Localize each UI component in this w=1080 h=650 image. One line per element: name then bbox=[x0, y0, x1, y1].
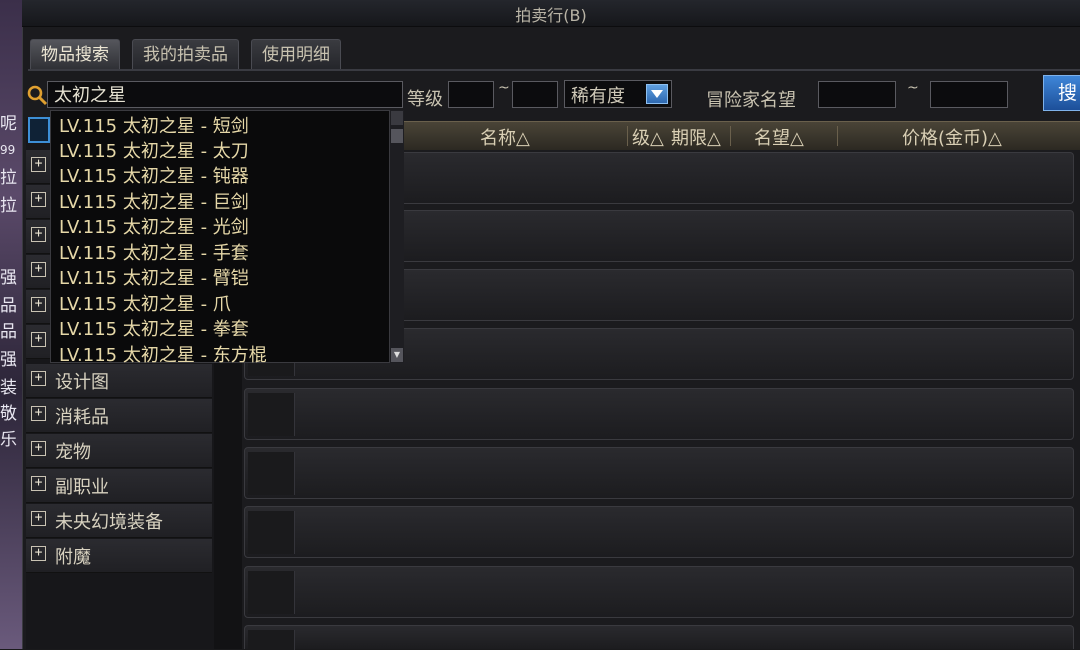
edge-text: 拉 bbox=[0, 168, 17, 188]
category-selected-highlight[interactable] bbox=[28, 117, 50, 143]
expand-icon[interactable]: + bbox=[31, 262, 46, 277]
expand-icon[interactable]: + bbox=[31, 546, 46, 561]
edge-text: 呢 bbox=[0, 114, 17, 134]
result-row[interactable] bbox=[244, 388, 1074, 440]
scroll-thumb[interactable] bbox=[391, 129, 403, 143]
search-button[interactable]: 搜 bbox=[1043, 75, 1080, 111]
dropdown-scrollbar[interactable]: ▼ bbox=[389, 110, 404, 363]
column-separator bbox=[627, 126, 628, 146]
autocomplete-option[interactable]: LV.115 太初之星 - 太刀 bbox=[59, 137, 249, 163]
category-label: 消耗品 bbox=[55, 407, 109, 428]
edge-text: 装 bbox=[0, 378, 17, 398]
category-label: 设计图 bbox=[55, 372, 109, 393]
edge-text: 99 bbox=[0, 143, 16, 157]
edge-text: 品 bbox=[0, 322, 17, 342]
edge-text: 乐 bbox=[0, 430, 17, 450]
autocomplete-option[interactable]: LV.115 太初之星 - 短剑 bbox=[59, 112, 249, 138]
fame-max-input[interactable] bbox=[930, 81, 1008, 108]
result-row[interactable] bbox=[244, 447, 1074, 499]
range-separator: ~ bbox=[907, 80, 919, 96]
rarity-select-value: 稀有度 bbox=[571, 86, 625, 107]
autocomplete-dropdown: LV.115 太初之星 - 短剑 LV.115 太初之星 - 太刀 LV.115… bbox=[50, 110, 403, 366]
adventurer-fame-label: 冒险家名望 bbox=[706, 90, 796, 111]
expand-icon[interactable]: + bbox=[31, 511, 46, 526]
expand-icon[interactable]: + bbox=[31, 192, 46, 207]
category-weiyang-equipment[interactable]: + 未央幻境装备 bbox=[26, 504, 212, 538]
expand-icon[interactable]: + bbox=[31, 332, 46, 347]
edge-text: 强 bbox=[0, 350, 17, 370]
expand-icon[interactable]: + bbox=[31, 227, 46, 242]
expand-icon[interactable]: + bbox=[31, 157, 46, 172]
expand-icon[interactable]: + bbox=[31, 406, 46, 421]
category-blueprint[interactable]: + 设计图 bbox=[26, 364, 212, 398]
tab-my-auctions[interactable]: 我的拍卖品 bbox=[132, 39, 239, 70]
edge-text: 品 bbox=[0, 296, 17, 316]
level-label: 等级 bbox=[407, 89, 443, 110]
level-max-input[interactable] bbox=[512, 81, 558, 108]
level-min-input[interactable] bbox=[448, 81, 494, 108]
search-input[interactable]: 太初之星 bbox=[47, 81, 403, 108]
fame-min-input[interactable] bbox=[818, 81, 896, 108]
result-row[interactable] bbox=[244, 625, 1074, 650]
item-slot bbox=[248, 452, 295, 495]
tab-item-search[interactable]: 物品搜索 bbox=[30, 39, 120, 70]
column-separator bbox=[837, 126, 838, 146]
autocomplete-option[interactable]: LV.115 太初之星 - 臂铠 bbox=[59, 264, 249, 290]
tab-divider bbox=[28, 69, 1080, 71]
window-title: 拍卖行(B) bbox=[515, 6, 587, 25]
autocomplete-option[interactable]: LV.115 太初之星 - 东方棍 bbox=[59, 341, 267, 367]
category-label: 宠物 bbox=[55, 442, 91, 463]
tab-usage-details[interactable]: 使用明细 bbox=[251, 39, 341, 70]
expand-icon[interactable]: + bbox=[31, 297, 46, 312]
chevron-down-icon[interactable] bbox=[646, 84, 668, 104]
autocomplete-option[interactable]: LV.115 太初之星 - 手套 bbox=[59, 239, 249, 265]
result-row[interactable] bbox=[244, 566, 1074, 618]
expand-icon[interactable]: + bbox=[31, 371, 46, 386]
autocomplete-option[interactable]: LV.115 太初之星 - 爪 bbox=[59, 290, 231, 316]
expand-icon[interactable]: + bbox=[31, 441, 46, 456]
rarity-select[interactable]: 稀有度 bbox=[564, 80, 672, 108]
edge-text: 拉 bbox=[0, 196, 17, 216]
scroll-down-icon[interactable]: ▼ bbox=[391, 348, 403, 362]
category-label: 未央幻境装备 bbox=[55, 512, 163, 533]
range-separator: ~ bbox=[498, 80, 510, 96]
autocomplete-option[interactable]: LV.115 太初之星 - 巨剑 bbox=[59, 188, 249, 214]
item-slot bbox=[248, 571, 295, 614]
category-enchant[interactable]: + 附魔 bbox=[26, 539, 212, 573]
item-slot bbox=[248, 393, 295, 436]
autocomplete-option[interactable]: LV.115 太初之星 - 光剑 bbox=[59, 213, 249, 239]
category-consumables[interactable]: + 消耗品 bbox=[26, 399, 212, 433]
category-pets[interactable]: + 宠物 bbox=[26, 434, 212, 468]
scroll-up-icon[interactable] bbox=[391, 111, 403, 125]
column-header-name[interactable]: 名称△ bbox=[480, 124, 530, 150]
expand-icon[interactable]: + bbox=[31, 476, 46, 491]
edge-text: 敬 bbox=[0, 404, 17, 424]
category-label: 附魔 bbox=[55, 547, 91, 568]
item-slot bbox=[248, 630, 295, 650]
column-header-period[interactable]: 期限△ bbox=[671, 124, 721, 150]
category-subprofession[interactable]: + 副职业 bbox=[26, 469, 212, 503]
column-header-fame[interactable]: 名望△ bbox=[754, 124, 804, 150]
category-label: 副职业 bbox=[55, 477, 109, 498]
column-header-price[interactable]: 价格(金币)△ bbox=[902, 124, 1002, 150]
background-game-edge: 呢 99 拉 拉 强 品 品 强 装 敬 乐 bbox=[0, 0, 24, 649]
autocomplete-option[interactable]: LV.115 太初之星 - 钝器 bbox=[59, 162, 249, 188]
item-slot bbox=[248, 511, 295, 554]
autocomplete-option[interactable]: LV.115 太初之星 - 拳套 bbox=[59, 315, 249, 341]
column-separator bbox=[730, 126, 731, 146]
edge-text: 强 bbox=[0, 268, 17, 288]
column-header-level[interactable]: 级△ bbox=[632, 124, 664, 150]
search-icon bbox=[27, 85, 48, 106]
result-row[interactable] bbox=[244, 506, 1074, 558]
